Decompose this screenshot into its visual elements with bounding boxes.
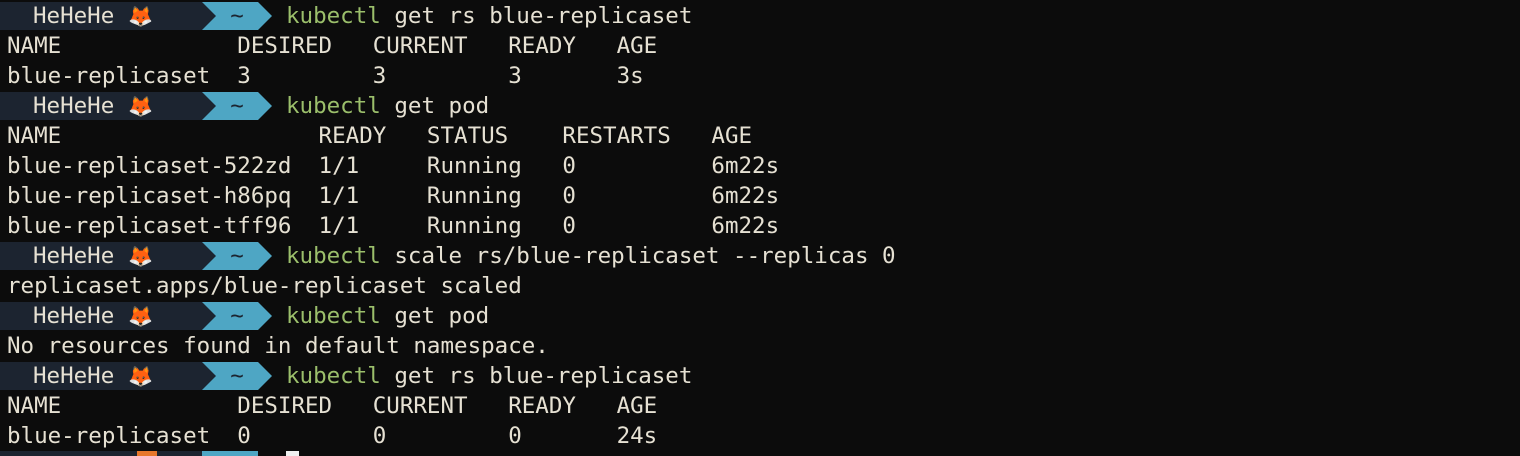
fox-icon: 🦊 [128,4,154,28]
fox-icon: 🦊 [128,364,154,388]
command-args: get pod [394,93,490,119]
prompt-dir: ~ [230,3,244,29]
fox-icon: 🦊 [128,304,154,328]
prompt-user: HeHeHe [33,3,115,29]
prompt-user-segment: HeHeHe 🦊 [0,92,202,120]
command-name: kubectl [286,243,381,269]
output-line: blue-replicaset-h86pq 1/1 Running 0 6m22… [7,183,780,209]
command: kubectl get rs blue-replicaset [286,361,692,391]
fox-icon: 🦊 [128,94,154,118]
prompt-dir: ~ [230,303,244,329]
output-line: blue-replicaset 0 0 0 24s [7,423,658,449]
prompt-line: HeHeHe 🦊 ~ kubectl get pod [0,91,1520,121]
output-line: blue-replicaset-522zd 1/1 Running 0 6m22… [7,153,780,179]
command-name: kubectl [286,3,381,29]
prompt-line: HeHeHe 🦊 ~ kubectl get rs blue-replicase… [0,1,1520,31]
prompt-dir-segment: ~ [202,92,258,120]
prompt-arrow [258,302,272,330]
prompt-dir-segment: ~ [202,242,258,270]
text-cursor [286,451,299,456]
prompt-user: HeHeHe [33,243,115,269]
prompt-user: HeHeHe [33,93,115,119]
output-line: blue-replicaset 3 3 3 3s [7,63,644,89]
prompt-dir-segment: ~ [202,2,258,30]
output-line: NAME READY STATUS RESTARTS AGE [7,123,753,149]
command-name: kubectl [286,303,381,329]
output-line: No resources found in default namespace. [7,333,549,359]
command-args: get rs blue-replicaset [394,3,693,29]
command: kubectl get pod [286,301,489,331]
prompt-user-segment: HeHeHe 🦊 [0,362,202,390]
prompt-user-segment [0,451,202,456]
command: kubectl get rs blue-replicaset [286,1,692,31]
prompt-arrow [258,242,272,270]
prompt-dir-segment: ~ [202,362,258,390]
prompt-dir-segment: ~ [202,302,258,330]
prompt-line: HeHeHe 🦊 ~ kubectl get rs blue-replicase… [0,361,1520,391]
prompt-line: HeHeHe 🦊 ~ kubectl scale rs/blue-replica… [0,241,1520,271]
command-args: get rs blue-replicaset [394,363,693,389]
command-name: kubectl [286,363,381,389]
command-args: scale rs/blue-replicaset --replicas 0 [394,243,896,269]
command: kubectl get pod [286,91,489,121]
prompt-user: HeHeHe [33,303,115,329]
prompt-arrow [258,92,272,120]
output-line: NAME DESIRED CURRENT READY AGE [7,33,658,59]
terminal-window[interactable]: HeHeHe 🦊 ~ kubectl get rs blue-replicase… [0,0,1520,456]
prompt-dir-segment [202,451,258,456]
prompt-dir: ~ [230,243,244,269]
prompt-user: HeHeHe [33,363,115,389]
command-args: get pod [394,303,490,329]
output-line: replicaset.apps/blue-replicaset scaled [7,273,522,299]
prompt-arrow [258,2,272,30]
output-line: blue-replicaset-tff96 1/1 Running 0 6m22… [7,213,780,239]
prompt-arrow [258,362,272,390]
prompt-user-segment: HeHeHe 🦊 [0,242,202,270]
prompt-line: HeHeHe 🦊 ~ kubectl get pod [0,301,1520,331]
command-name: kubectl [286,93,381,119]
next-prompt-partial [0,451,270,456]
fox-icon: 🦊 [128,244,154,268]
output-line: NAME DESIRED CURRENT READY AGE [7,393,658,419]
prompt-dir: ~ [230,93,244,119]
prompt-user-segment: HeHeHe 🦊 [0,302,202,330]
prompt-dir: ~ [230,363,244,389]
prompt-user-segment: HeHeHe 🦊 [0,2,202,30]
command: kubectl scale rs/blue-replicaset --repli… [286,241,896,271]
fox-icon [137,451,157,456]
